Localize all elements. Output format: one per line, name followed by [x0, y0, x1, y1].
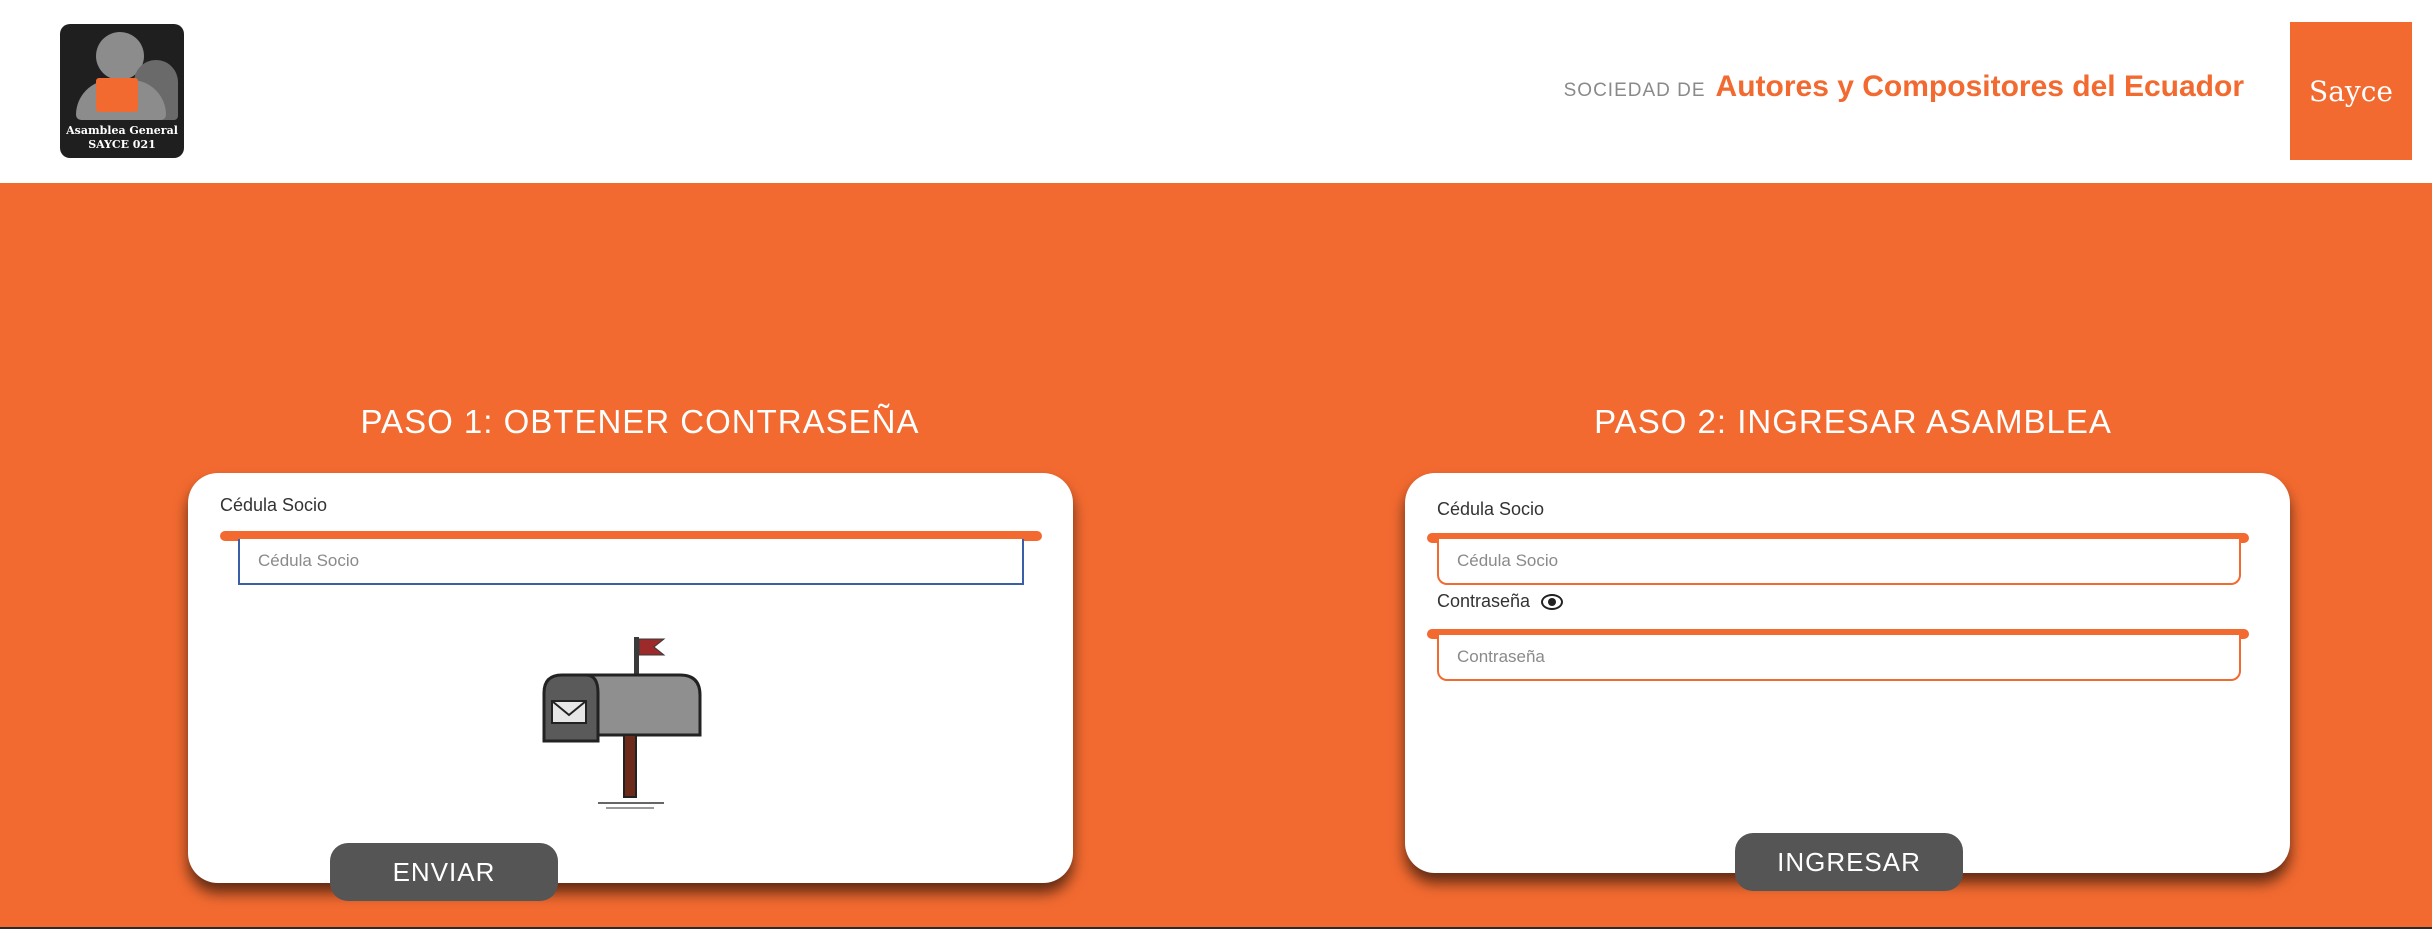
send-button[interactable]: ENVIAR: [330, 843, 558, 901]
logo-ballot-box: [96, 78, 138, 112]
step2-id-input[interactable]: [1437, 539, 2241, 585]
logo-text-line1: Asamblea General: [66, 124, 178, 137]
brand-prefix: SOCIEDAD DE: [1563, 80, 1706, 101]
brand-title: SOCIEDAD DE Autores y Compositores del E…: [1564, 70, 2244, 110]
sayce-badge-label: Sayce: [2309, 74, 2393, 108]
step2-id-label: Cédula Socio: [1437, 499, 1545, 519]
password-input[interactable]: [1437, 635, 2241, 681]
header: Asamblea General SAYCE 021 SOCIEDAD DE A…: [0, 0, 2432, 183]
password-label-row: Contraseña: [1437, 591, 1564, 612]
get-password-card: Cédula Socio ENVIAR: [188, 473, 1073, 901]
logo-text-line2: SAYCE 021: [88, 138, 156, 151]
step1-id-input[interactable]: [238, 539, 1024, 585]
mailbox-icon: [542, 637, 702, 809]
main-panel: PASO 1: OBTENER CONTRASEÑA PASO 2: INGRE…: [0, 183, 2432, 929]
enter-assembly-card: Cédula Socio Contraseña INGRESAR: [1405, 473, 2290, 891]
eye-icon[interactable]: [1541, 594, 1564, 611]
step2-title: PASO 2: INGRESAR ASAMBLEA: [1594, 403, 2112, 440]
sayce-badge[interactable]: Sayce: [2290, 22, 2412, 160]
brand-name: Autores y Compositores del Ecuador: [1715, 70, 2244, 103]
assembly-logo[interactable]: Asamblea General SAYCE 021: [60, 24, 184, 158]
enter-button[interactable]: INGRESAR: [1735, 833, 1963, 891]
step1-id-label: Cédula Socio: [220, 495, 328, 515]
password-label: Contraseña: [1437, 591, 1531, 611]
step1-title: PASO 1: OBTENER CONTRASEÑA: [360, 403, 920, 440]
